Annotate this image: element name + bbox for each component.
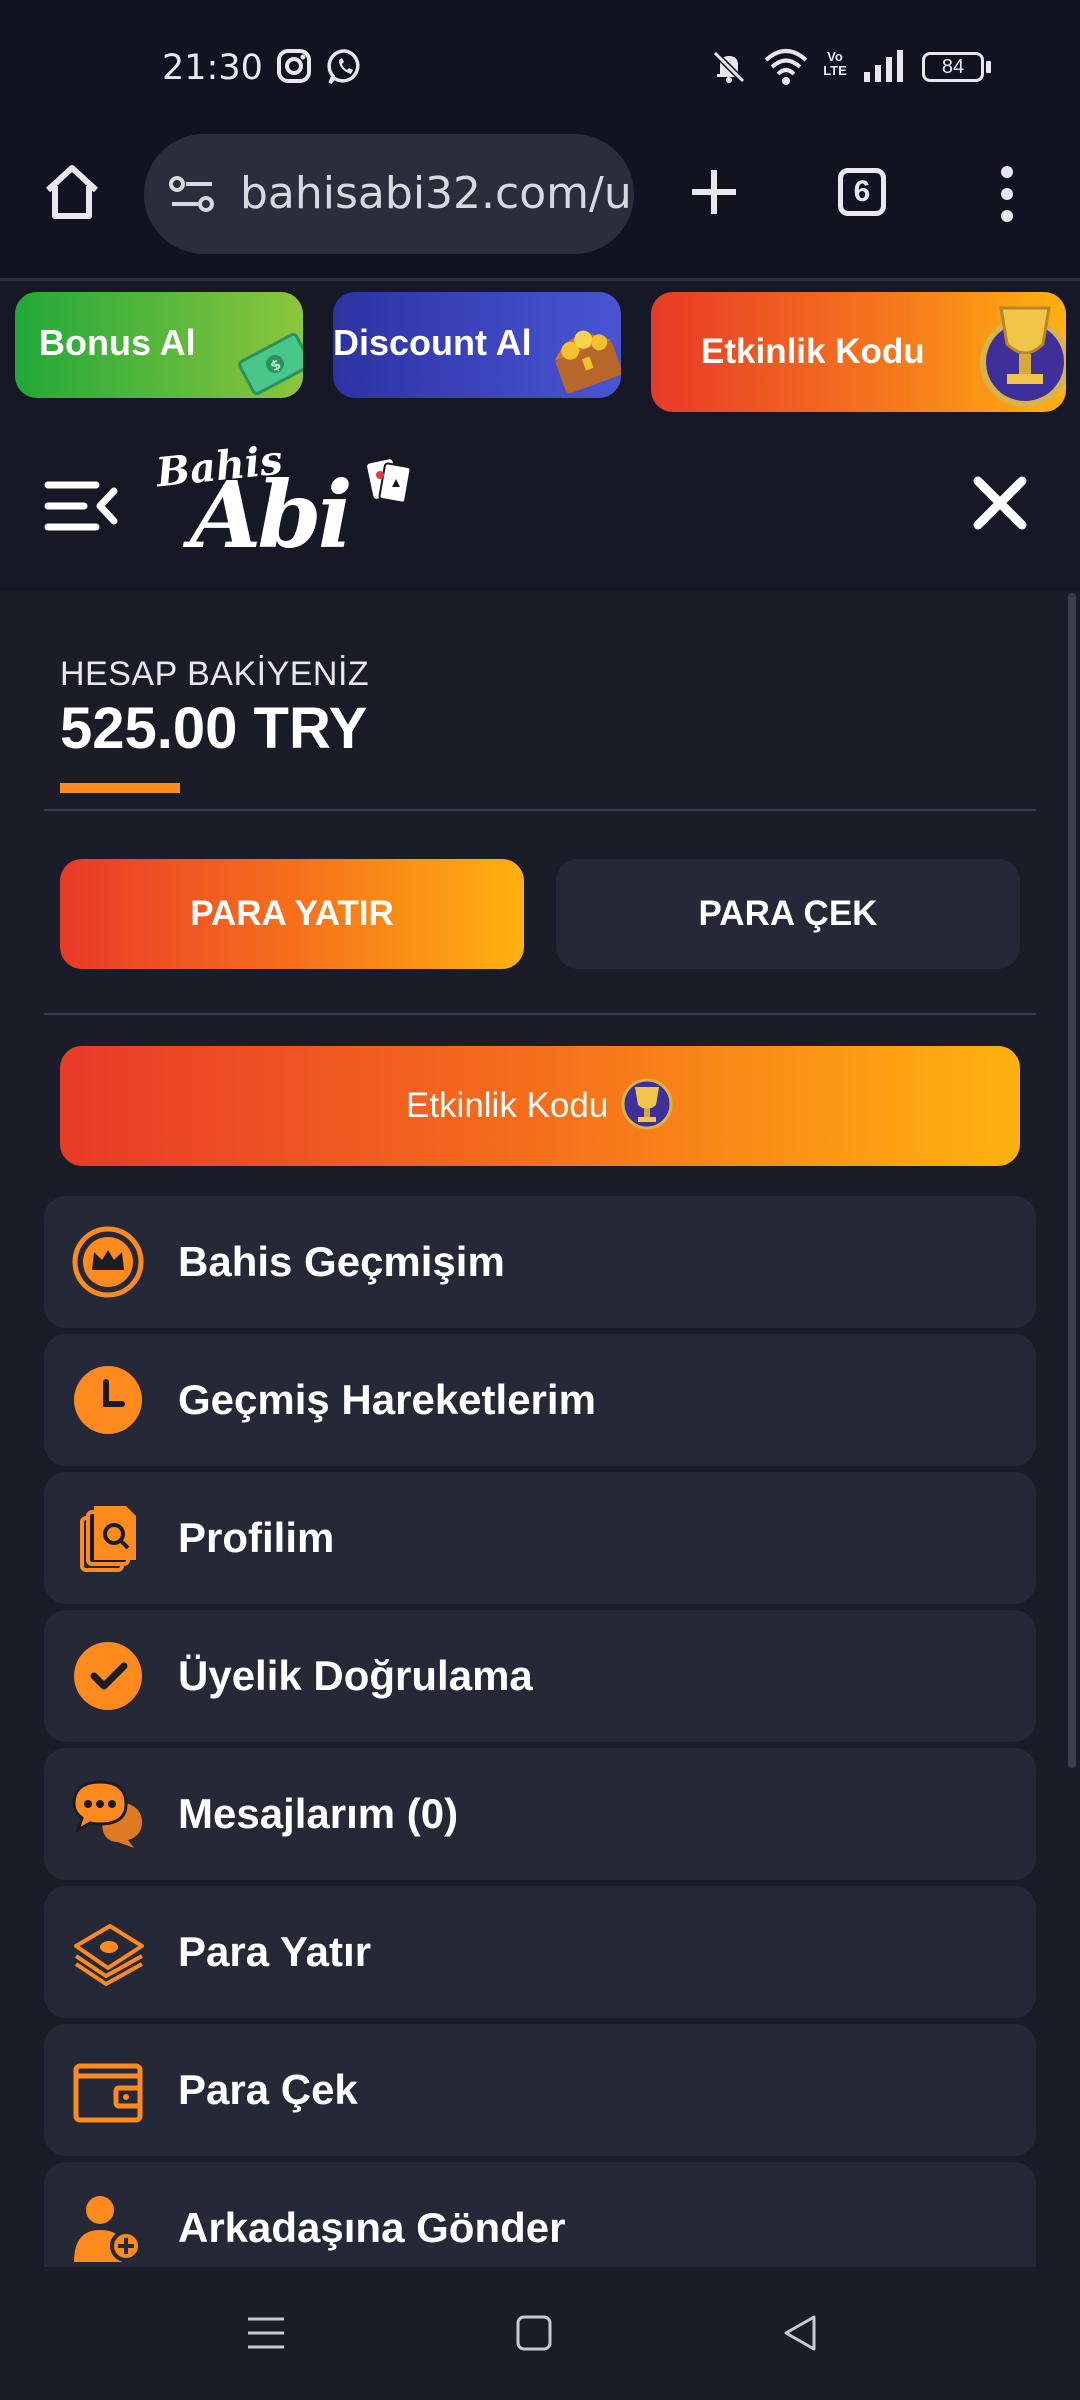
mute-icon xyxy=(712,50,746,84)
chat-bubbles-icon xyxy=(72,1780,142,1848)
promo-label: Etkinlik Kodu xyxy=(701,332,925,371)
whatsapp-icon xyxy=(327,49,360,85)
tab-count: 6 xyxy=(853,175,871,208)
clock-icon xyxy=(74,1366,142,1434)
deposit-button[interactable]: PARA YATIR xyxy=(60,859,524,969)
playing-cards-icon xyxy=(367,459,412,504)
wallet-icon xyxy=(73,2063,143,2123)
menu-item-bahis-gecmisim[interactable]: Bahis Geçmişim xyxy=(44,1196,1036,1328)
menu-label: Bahis Geçmişim xyxy=(178,1238,505,1285)
cash-icon: $ xyxy=(238,332,303,396)
promo-bonus-al[interactable]: Bonus Al $ xyxy=(15,292,303,398)
menu-collapse-icon[interactable] xyxy=(44,479,118,533)
treasure-chest-icon xyxy=(554,330,621,394)
event-code-label: Etkinlik Kodu xyxy=(405,1086,609,1125)
tab-switcher-button[interactable]: 6 xyxy=(838,168,886,216)
promo-discount-al[interactable]: Discount Al xyxy=(333,292,621,398)
menu-item-uyelik-dogrulama[interactable]: Üyelik Doğrulama xyxy=(44,1610,1036,1742)
balance-value: 525.00 TRY xyxy=(60,696,368,761)
menu-item-para-cek[interactable]: Para Çek xyxy=(44,2024,1036,2156)
user-add-icon xyxy=(74,2196,142,2262)
menu-label: Mesajlarım (0) xyxy=(178,1790,459,1837)
system-nav-bar xyxy=(0,2267,1080,2400)
instagram-icon xyxy=(277,49,311,83)
trophy-icon xyxy=(621,1078,673,1130)
status-time: 21:30 xyxy=(162,48,263,88)
divider xyxy=(44,1013,1036,1015)
battery-level: 84 xyxy=(941,56,965,78)
event-code-button[interactable]: Etkinlik Kodu xyxy=(60,1046,1020,1166)
volte-icon: Vo LTE xyxy=(823,49,847,78)
menu-item-gecmis-hareketlerim[interactable]: Geçmiş Hareketlerim xyxy=(44,1334,1036,1466)
menu-item-mesajlarim[interactable]: Mesajlarım (0) xyxy=(44,1748,1036,1880)
battery-tip xyxy=(986,61,991,73)
menu-item-arkadasina-gonder[interactable]: Arkadaşına Gönder xyxy=(44,2162,1036,2267)
home-icon[interactable] xyxy=(42,162,102,222)
home-nav-icon[interactable] xyxy=(514,2313,554,2353)
menu-item-para-yatir[interactable]: Para Yatır xyxy=(44,1886,1036,2018)
crown-icon xyxy=(72,1226,144,1298)
logo-text-abi: Abi xyxy=(190,461,353,569)
signal-icon xyxy=(864,50,903,82)
site-settings-icon[interactable] xyxy=(168,174,216,214)
promo-etkinlik-kodu[interactable]: Etkinlik Kodu xyxy=(651,292,1066,412)
new-tab-icon[interactable] xyxy=(688,166,740,218)
account-panel: HESAP BAKİYENİZ 525.00 TRY PARA YATIR PA… xyxy=(0,591,1080,2267)
promo-label: Discount Al xyxy=(333,322,532,363)
recent-apps-icon[interactable] xyxy=(246,2313,286,2353)
back-icon[interactable] xyxy=(780,2313,820,2353)
url-text: bahisabi32.com/u xyxy=(240,168,632,219)
promo-label: Bonus Al xyxy=(39,322,196,363)
balance-underline xyxy=(60,783,180,793)
balance-label: HESAP BAKİYENİZ xyxy=(60,655,370,693)
money-stack-icon xyxy=(74,1924,144,1986)
address-bar[interactable]: bahisabi32.com/u xyxy=(144,134,634,254)
promo-strip: Bonus Al $ Discount Al Etkinlik Kodu xyxy=(0,281,1080,421)
site-logo[interactable]: Bahis Abi xyxy=(154,437,416,573)
menu-label: Para Çek xyxy=(178,2066,358,2113)
scrollbar[interactable] xyxy=(1068,593,1076,1768)
divider xyxy=(44,809,1036,811)
menu-label: Üyelik Doğrulama xyxy=(178,1652,533,1699)
menu-label: Profilim xyxy=(178,1514,335,1561)
wifi-icon xyxy=(764,49,808,85)
menu-item-profilim[interactable]: Profilim xyxy=(44,1472,1036,1604)
check-circle-icon xyxy=(74,1642,142,1710)
close-icon[interactable] xyxy=(972,475,1028,531)
menu-label: Geçmiş Hareketlerim xyxy=(178,1376,596,1423)
menu-label: Para Yatır xyxy=(178,1928,372,1975)
battery-icon: 84 xyxy=(922,52,984,82)
withdraw-button[interactable]: PARA ÇEK xyxy=(556,859,1020,969)
site-header: Bahis Abi xyxy=(0,421,1080,591)
trophy-icon xyxy=(980,306,1066,407)
document-search-icon xyxy=(80,1506,136,1572)
status-bar: 21:30 Vo LTE 84 xyxy=(0,0,1080,130)
browser-toolbar: bahisabi32.com/u 6 xyxy=(0,130,1080,281)
menu-label: Arkadaşına Gönder xyxy=(178,2204,566,2251)
more-menu-icon[interactable] xyxy=(995,166,1019,222)
